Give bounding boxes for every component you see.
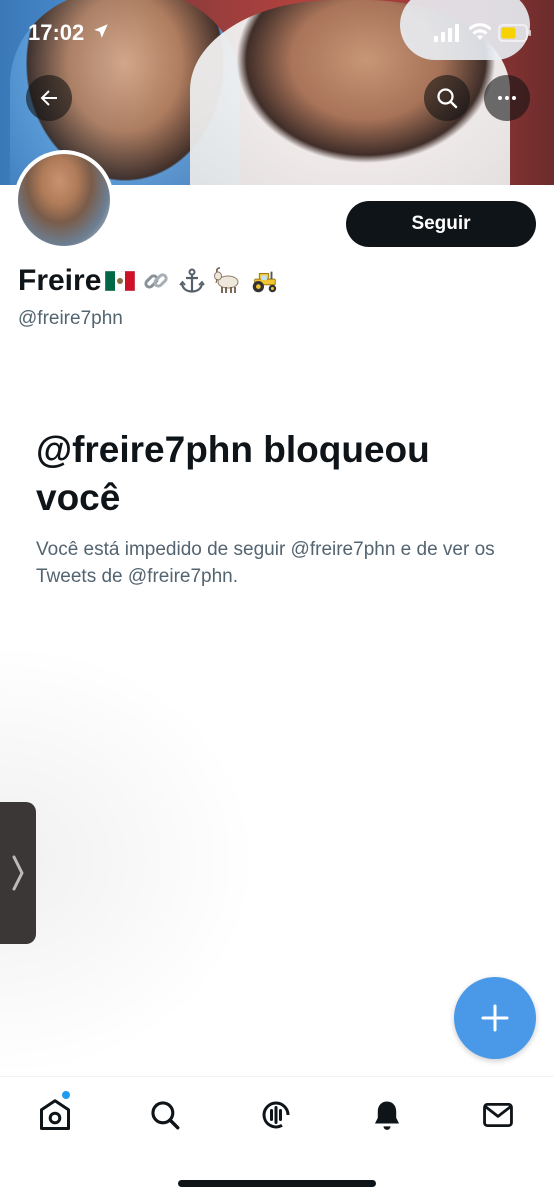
tab-messages[interactable] <box>478 1095 518 1135</box>
search-button[interactable] <box>424 75 470 121</box>
chain-link-icon <box>141 266 171 296</box>
home-icon <box>40 1099 70 1130</box>
spaces-icon <box>262 1101 290 1129</box>
name-emojis <box>105 266 279 296</box>
side-shadow <box>0 640 260 1080</box>
tab-notifications[interactable] <box>367 1095 407 1135</box>
mail-icon <box>483 1102 513 1128</box>
chevron-right-icon <box>12 855 24 891</box>
goat-icon <box>213 266 243 296</box>
back-button[interactable] <box>26 75 72 121</box>
plus-icon <box>481 1004 509 1032</box>
tractor-icon <box>249 266 279 296</box>
blocked-title: @freire7phn bloqueou você <box>36 429 430 518</box>
bell-icon <box>374 1101 400 1130</box>
blocked-description: Você está impedido de seguir @freire7phn… <box>36 539 495 587</box>
side-expand-handle[interactable] <box>0 802 36 944</box>
anchor-icon <box>177 266 207 296</box>
status-bar: 17:02 <box>0 0 554 64</box>
location-arrow-icon <box>92 22 110 45</box>
home-indicator[interactable] <box>178 1180 376 1187</box>
arrow-left-icon <box>40 90 57 106</box>
avatar-image <box>18 154 110 246</box>
tab-home[interactable] <box>35 1095 75 1135</box>
compose-tweet-button[interactable] <box>454 977 536 1059</box>
more-options-button[interactable] <box>484 75 530 121</box>
profile-handle: @freire7phn <box>18 308 123 329</box>
search-icon <box>151 1101 180 1130</box>
cellular-signal-icon <box>434 24 460 47</box>
flag-mexico-icon <box>105 266 136 296</box>
display-name: Freire <box>18 264 102 297</box>
wifi-icon <box>468 22 492 47</box>
tab-spaces[interactable] <box>256 1095 296 1135</box>
profile-avatar[interactable] <box>14 150 114 250</box>
status-time: 17:02 <box>28 20 85 45</box>
search-icon <box>437 88 458 109</box>
battery-icon <box>498 24 532 47</box>
more-horizontal-icon <box>498 96 516 100</box>
home-notification-dot <box>62 1091 70 1099</box>
follow-button[interactable]: Seguir <box>346 201 536 247</box>
tab-search[interactable] <box>145 1095 185 1135</box>
profile-name-row: Freire <box>18 264 279 298</box>
